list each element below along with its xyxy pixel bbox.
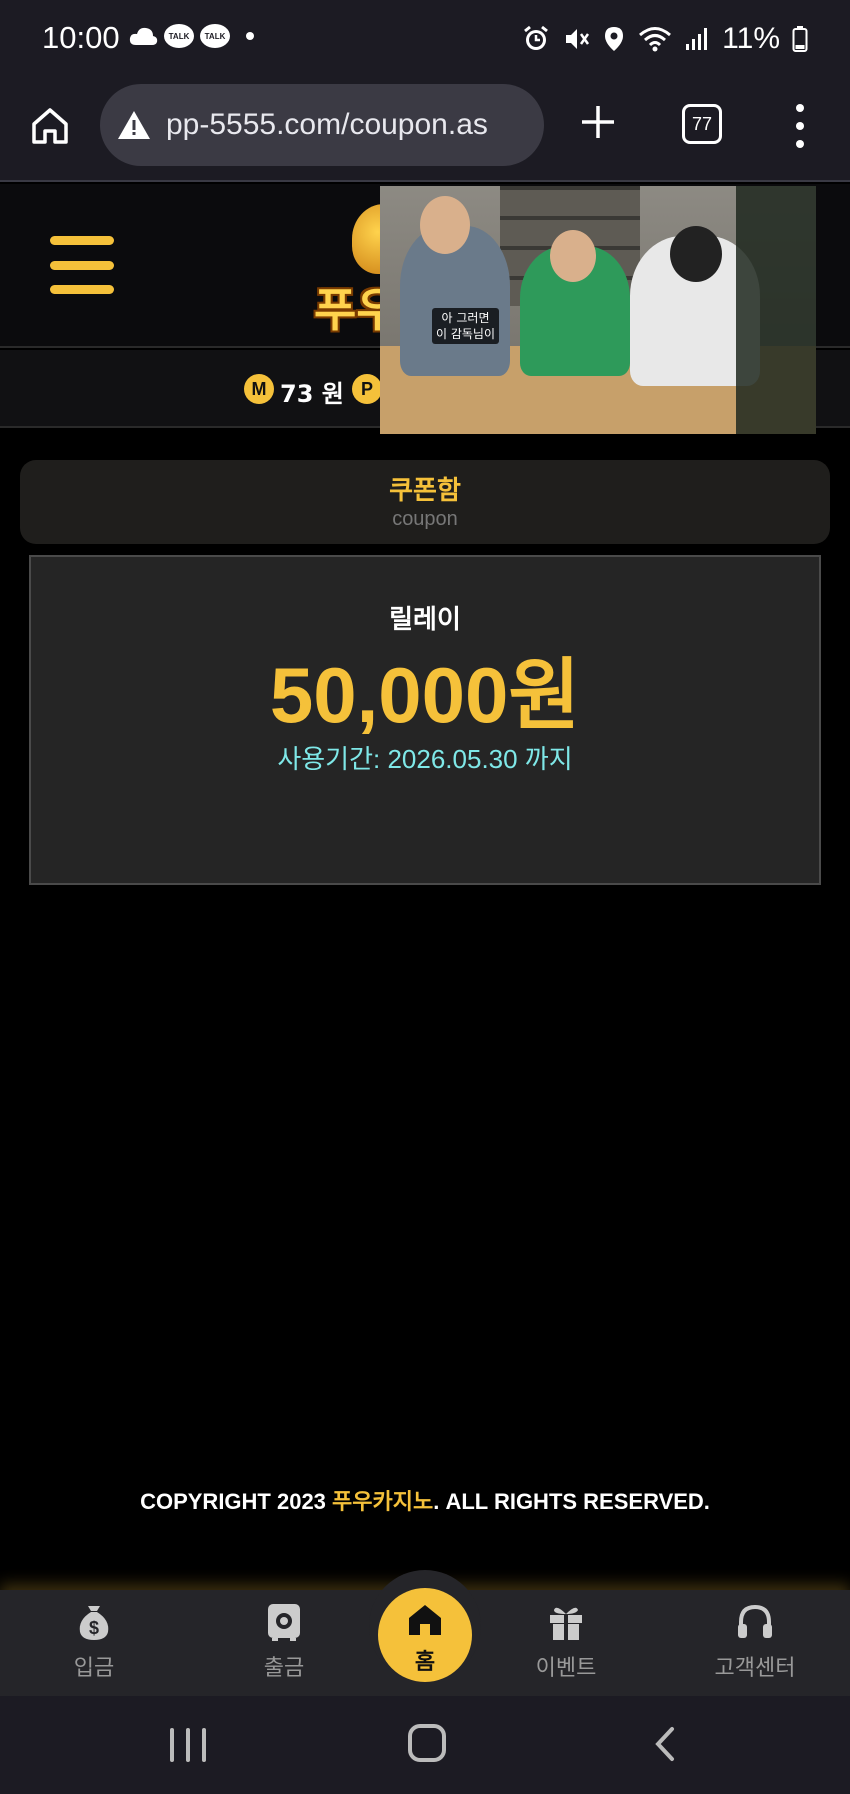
tab-switcher-button[interactable]: 77	[682, 104, 722, 144]
nav-deposit[interactable]: $ 입금	[34, 1590, 154, 1696]
svg-text:$: $	[89, 1618, 99, 1638]
more-menu-icon[interactable]	[790, 104, 810, 148]
point-coin-icon: P	[352, 374, 382, 404]
copyright-brand: 푸우카지노	[332, 1489, 434, 1514]
nav-withdraw[interactable]: 출금	[224, 1590, 344, 1696]
coupon-section-header: 쿠폰함 coupon	[20, 460, 830, 544]
headset-icon	[738, 1604, 772, 1638]
battery-icon	[792, 26, 808, 52]
status-bar: 10:00 TALK TALK 11%	[0, 0, 850, 80]
alarm-icon	[524, 25, 549, 50]
copyright-text: COPYRIGHT 2023 푸우카지노. ALL RIGHTS RESERVE…	[140, 1489, 710, 1514]
mute-icon	[566, 29, 590, 49]
pip-chat-overlay	[736, 186, 816, 434]
money-bag-icon: $	[79, 1606, 109, 1640]
dot-icon	[246, 32, 254, 40]
coupon-amount: 50,000원	[269, 651, 581, 739]
nav-support-label: 고객센터	[714, 1656, 796, 1681]
address-bar[interactable]: pp-5555.com/coupon.as	[100, 84, 544, 166]
kakaotalk-icon: TALK	[164, 24, 194, 48]
nav-event-label: 이벤트	[535, 1656, 597, 1681]
nav-home-button[interactable]: 홈	[378, 1588, 472, 1682]
notification-icons: TALK TALK	[128, 24, 254, 48]
url-text[interactable]: pp-5555.com/coupon.as	[166, 108, 488, 142]
recents-icon[interactable]	[170, 1728, 206, 1762]
system-icons: 11%	[522, 22, 808, 56]
coupon-subtitle: coupon	[392, 508, 458, 530]
nav-deposit-label: 입금	[73, 1656, 115, 1681]
location-icon	[605, 27, 624, 51]
warning-icon[interactable]	[116, 109, 152, 141]
battery-percent: 11%	[722, 22, 780, 55]
pip-video-overlay[interactable]: 아 그러면 이 감독님이	[380, 186, 816, 434]
home-icon	[409, 1605, 441, 1635]
kakaotalk-icon: TALK	[200, 24, 230, 48]
browser-home-icon[interactable]	[28, 104, 72, 148]
new-tab-icon[interactable]	[576, 100, 620, 144]
system-home-icon[interactable]	[408, 1724, 446, 1762]
back-icon[interactable]	[650, 1726, 680, 1762]
gift-icon	[550, 1607, 582, 1640]
coupon-expiry: 사용기간: 2026.05.30 까지	[277, 744, 573, 774]
nav-withdraw-label: 출금	[263, 1656, 305, 1681]
browser-toolbar: pp-5555.com/coupon.as 77	[0, 80, 850, 182]
safe-icon	[268, 1604, 300, 1641]
coupon-card[interactable]: 릴레이 50,000원 사용기간: 2026.05.30 까지	[29, 555, 821, 885]
nav-support[interactable]: 고객센터	[695, 1590, 815, 1696]
money-coin-icon: M	[244, 374, 274, 404]
money-balance: 73 원	[280, 380, 344, 408]
status-time: 10:00	[42, 20, 120, 55]
pip-subtitle: 아 그러면 이 감독님이	[432, 308, 500, 344]
cloud-icon	[129, 27, 158, 45]
nav-event[interactable]: 이벤트	[506, 1590, 626, 1696]
hamburger-menu-icon[interactable]	[50, 236, 114, 294]
nav-home-label: 홈	[414, 1650, 436, 1675]
wifi-icon	[639, 27, 672, 52]
coupon-title: 쿠폰함	[389, 476, 461, 506]
coupon-name: 릴레이	[389, 605, 461, 635]
signal-icon	[686, 28, 708, 50]
system-navigation-bar	[0, 1696, 850, 1794]
